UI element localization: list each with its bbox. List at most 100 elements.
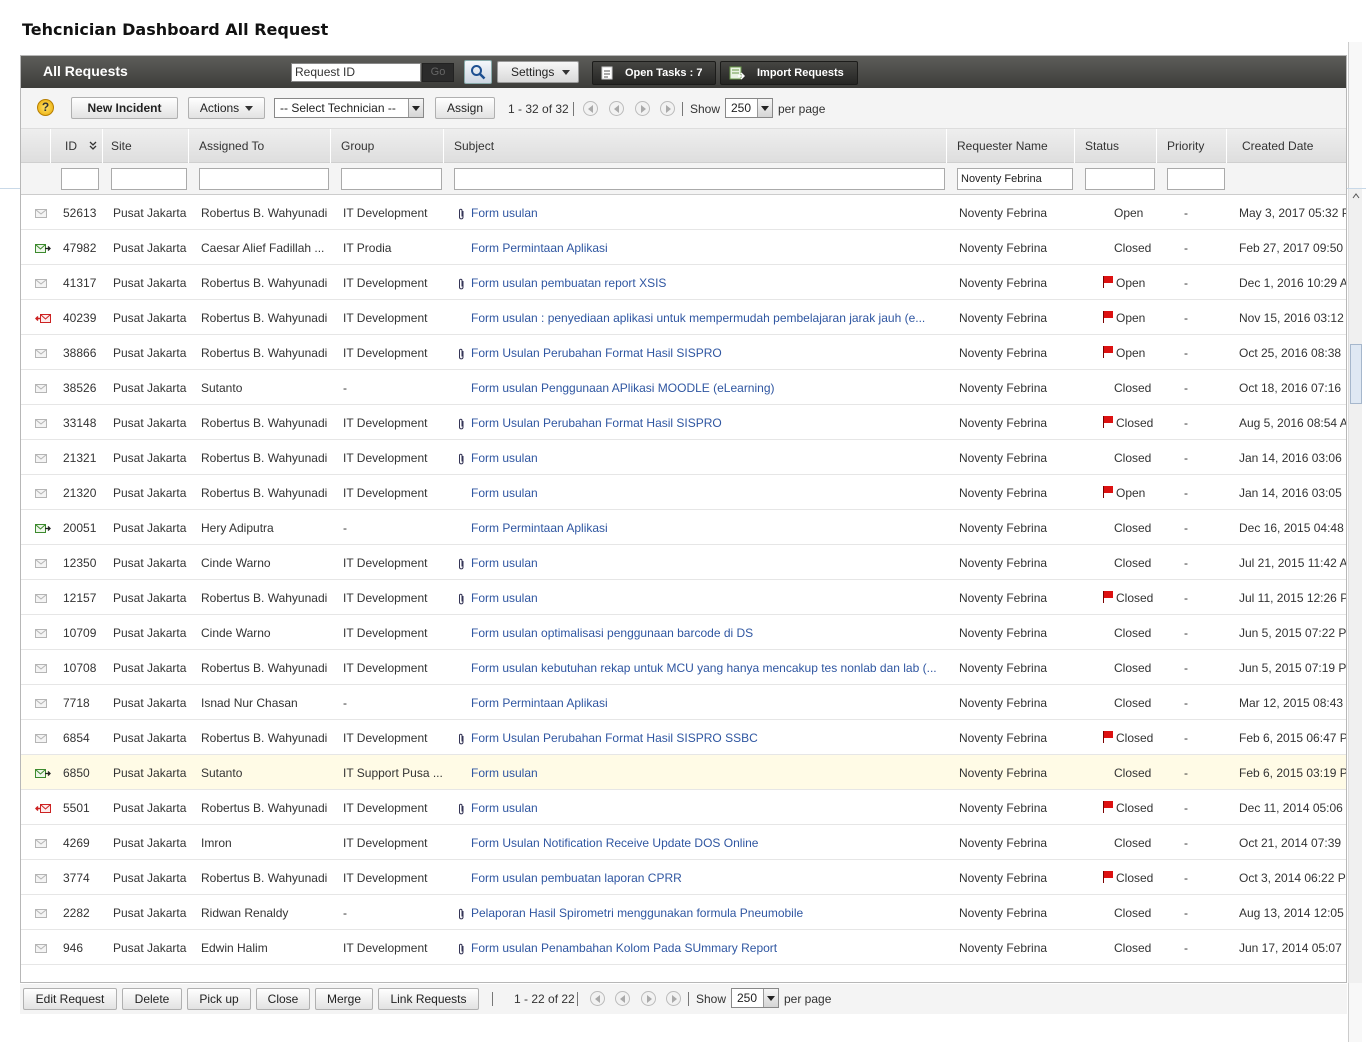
table-row[interactable]: 38866 Pusat Jakarta Robertus B. Wahyunadi I… xyxy=(21,335,1346,370)
filter-group-input[interactable] xyxy=(341,168,442,190)
table-row[interactable]: 21321 Pusat Jakarta Robertus B. Wahyunadi I… xyxy=(21,440,1346,475)
table-row[interactable]: 21320 Pusat Jakarta Robertus B. Wahyunadi I… xyxy=(21,475,1346,510)
cell-requester: Noventy Febrina xyxy=(959,941,1048,955)
cell-subject[interactable]: Form usulan kebutuhan rekap untuk MCU ya… xyxy=(471,650,943,684)
prev-page-icon[interactable] xyxy=(609,101,624,116)
col-id[interactable]: ID xyxy=(51,129,103,163)
link-requests-button[interactable]: Link Requests xyxy=(378,988,479,1010)
help-icon[interactable]: ? xyxy=(37,99,54,116)
cell-subject[interactable]: Form Usulan Perubahan Format Hasil SISPR… xyxy=(471,335,943,369)
cell-status: Open xyxy=(1103,300,1173,334)
footer-per-page-select[interactable]: 250 xyxy=(731,988,779,1008)
assign-button[interactable]: Assign xyxy=(435,97,495,119)
cell-subject[interactable]: Form usulan xyxy=(471,545,943,579)
table-scrollbar[interactable] xyxy=(1348,189,1362,983)
technician-select-value: -- Select Technician -- xyxy=(280,101,396,115)
col-site[interactable]: Site xyxy=(103,129,189,163)
col-requester[interactable]: Requester Name xyxy=(947,129,1075,163)
table-row[interactable]: 946 Pusat Jakarta Edwin Halim IT Developmen… xyxy=(21,930,1346,965)
table-row[interactable]: 41317 Pusat Jakarta Robertus B. Wahyunadi I… xyxy=(21,265,1346,300)
cell-subject[interactable]: Form Permintaan Aplikasi xyxy=(471,685,943,719)
merge-button[interactable]: Merge xyxy=(315,988,373,1010)
cell-subject[interactable]: Form usulan xyxy=(471,790,943,824)
scrollbar-thumb[interactable] xyxy=(1350,344,1362,404)
table-row[interactable]: 33148 Pusat Jakarta Robertus B. Wahyunadi I… xyxy=(21,405,1346,440)
cell-subject[interactable]: Form usulan pembuatan laporan CPRR xyxy=(471,860,943,894)
per-page-label: per page xyxy=(778,102,826,116)
col-subject[interactable]: Subject xyxy=(444,129,947,163)
actions-button[interactable]: Actions xyxy=(188,97,265,119)
last-page-icon[interactable] xyxy=(660,101,675,116)
settings-button[interactable]: Settings xyxy=(497,61,579,83)
cell-subject[interactable]: Form usulan pembuatan report XSIS xyxy=(471,265,943,299)
cell-subject[interactable]: Form usulan Penambahan Kolom Pada SUmmar… xyxy=(471,930,943,964)
new-incident-button[interactable]: New Incident xyxy=(71,97,178,119)
table-row[interactable]: 52613 Pusat Jakarta Robertus B. Wahyunadi I… xyxy=(21,195,1346,230)
table-row[interactable]: 47982 Pusat Jakarta Caesar Alief Fadillah … xyxy=(21,230,1346,265)
col-created-date[interactable]: Created Date xyxy=(1227,129,1348,163)
col-assigned-to[interactable]: Assigned To xyxy=(189,129,331,163)
col-priority[interactable]: Priority xyxy=(1157,129,1227,163)
table-row[interactable]: 6854 Pusat Jakarta Robertus B. Wahyunadi IT… xyxy=(21,720,1346,755)
cell-subject[interactable]: Form usulan : penyediaan aplikasi untuk … xyxy=(471,300,943,334)
scroll-up-icon[interactable] xyxy=(1351,191,1361,201)
cell-subject[interactable]: Form usulan xyxy=(471,475,943,509)
filter-requester-input[interactable] xyxy=(957,168,1073,190)
next-page-icon[interactable] xyxy=(641,991,656,1006)
cell-subject[interactable]: Form usulan xyxy=(471,580,943,614)
next-page-icon[interactable] xyxy=(635,101,650,116)
first-page-icon[interactable] xyxy=(590,991,605,1006)
col-status[interactable]: Status xyxy=(1075,129,1157,163)
filter-status-input[interactable] xyxy=(1085,168,1155,190)
import-requests-button[interactable]: Import Requests xyxy=(720,61,858,85)
table-row[interactable]: 10709 Pusat Jakarta Cinde Warno IT Developm… xyxy=(21,615,1346,650)
filter-subject-input[interactable] xyxy=(454,168,945,190)
table-row[interactable]: 2282 Pusat Jakarta Ridwan Renaldy - Pelapora… xyxy=(21,895,1346,930)
cell-subject[interactable]: Form Usulan Notification Receive Update … xyxy=(471,825,943,859)
table-row[interactable]: 3774 Pusat Jakarta Robertus B. Wahyunadi IT… xyxy=(21,860,1346,895)
cell-subject[interactable]: Form usulan xyxy=(471,440,943,474)
filter-priority-input[interactable] xyxy=(1167,168,1225,190)
col-group[interactable]: Group xyxy=(331,129,444,163)
table-row[interactable]: 12157 Pusat Jakarta Robertus B. Wahyunadi I… xyxy=(21,580,1346,615)
cell-subject[interactable]: Form usulan xyxy=(471,755,943,789)
cell-subject[interactable]: Form usulan optimalisasi penggunaan barc… xyxy=(471,615,943,649)
search-button[interactable] xyxy=(464,60,492,84)
table-row[interactable]: 10708 Pusat Jakarta Robertus B. Wahyunadi I… xyxy=(21,650,1346,685)
cell-subject[interactable]: Form usulan xyxy=(471,195,943,229)
cell-subject[interactable]: Form Usulan Perubahan Format Hasil SISPR… xyxy=(471,405,943,439)
open-tasks-button[interactable]: Open Tasks : 7 xyxy=(592,61,716,85)
filter-site-input[interactable] xyxy=(111,168,187,190)
cell-subject[interactable]: Form Permintaan Aplikasi xyxy=(471,510,943,544)
filter-assigned-input[interactable] xyxy=(199,168,329,190)
edit-request-button[interactable]: Edit Request xyxy=(23,988,117,1010)
cell-subject[interactable]: Pelaporan Hasil Spirometri menggunakan f… xyxy=(471,895,943,929)
cell-subject[interactable]: Form usulan Penggunaan APlikasi MOODLE (… xyxy=(471,370,943,404)
request-id-input[interactable]: Request ID xyxy=(291,63,421,82)
table-row[interactable]: 5501 Pusat Jakarta Robertus B. Wahyunadi IT… xyxy=(21,790,1346,825)
cell-assigned-to: Robertus B. Wahyunadi xyxy=(201,591,328,605)
close-button[interactable]: Close xyxy=(256,988,310,1010)
table-row[interactable]: 38526 Pusat Jakarta Sutanto - Form usulan Pe… xyxy=(21,370,1346,405)
filter-id-input[interactable] xyxy=(61,168,99,190)
per-page-select[interactable]: 250 xyxy=(725,98,773,118)
last-page-icon[interactable] xyxy=(666,991,681,1006)
delete-button[interactable]: Delete xyxy=(122,988,182,1010)
table-row[interactable]: 12350 Pusat Jakarta Cinde Warno IT Developm… xyxy=(21,545,1346,580)
technician-select[interactable]: -- Select Technician -- xyxy=(274,98,424,118)
cell-subject[interactable]: Form Permintaan Aplikasi xyxy=(471,230,943,264)
table-row[interactable]: 6850 Pusat Jakarta Sutanto IT Support Pusa … xyxy=(21,755,1346,790)
prev-page-icon[interactable] xyxy=(615,991,630,1006)
table-row[interactable]: 20051 Pusat Jakarta Hery Adiputra - Form Per… xyxy=(21,510,1346,545)
cell-site: Pusat Jakarta xyxy=(113,661,187,675)
cell-status: Closed xyxy=(1103,860,1173,894)
pick-up-button[interactable]: Pick up xyxy=(187,988,251,1010)
cell-subject[interactable]: Form Usulan Perubahan Format Hasil SISPR… xyxy=(471,720,943,754)
table-row[interactable]: 40239 Pusat Jakarta Robertus B. Wahyunadi I… xyxy=(21,300,1346,335)
go-button[interactable]: Go xyxy=(422,63,454,82)
cell-status: Closed xyxy=(1114,440,1184,474)
first-page-icon[interactable] xyxy=(583,101,598,116)
status-label: Open xyxy=(1116,486,1146,500)
table-row[interactable]: 4269 Pusat Jakarta Imron IT Development Form… xyxy=(21,825,1346,860)
table-row[interactable]: 7718 Pusat Jakarta Isnad Nur Chasan - Form P… xyxy=(21,685,1346,720)
